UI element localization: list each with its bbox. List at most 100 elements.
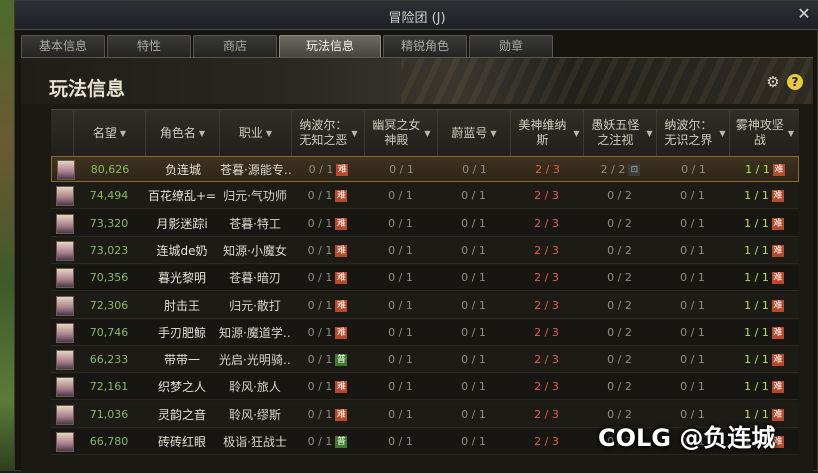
clear-count: 2 / 3 <box>534 298 559 312</box>
clear-count: 0 / 1 <box>681 163 706 176</box>
column-venus[interactable]: 美神维纳斯 ▼ <box>510 110 583 156</box>
clear-count: 0 / 1 <box>680 298 705 312</box>
character-name: 肘击王 <box>163 298 200 313</box>
clear-count: 0 / 2 <box>607 189 632 203</box>
table-row[interactable]: 80,626 负连城 苍暮·源能专… 0 / 1难0 / 10 / 12 / 32 /… <box>51 156 799 182</box>
table-row[interactable]: 73,023 连城de奶 知源·小魔女 0 / 1难0 / 10 / 12 / 30 … <box>51 237 799 264</box>
clear-count: 0 / 1普 <box>307 353 348 367</box>
column-napol-unknown[interactable]: 纳波尔：无识之界 ▼ <box>656 110 729 156</box>
sort-arrow-icon: ▼ <box>424 128 431 138</box>
job-name: 聆风·缪斯 <box>229 407 281 422</box>
table-row[interactable]: 70,746 手刃肥鲸 知源·魔道学… 0 / 1难0 / 10 / 12 / 30 … <box>51 319 799 346</box>
close-icon[interactable]: ✕ <box>795 5 813 23</box>
column-five-monsters[interactable]: 愚妖五怪之注视 ▼ <box>583 110 656 156</box>
fame-value: 66,233 <box>89 353 129 367</box>
difficulty-badge: 难 <box>771 190 784 203</box>
clear-count: 0 / 2 <box>607 380 632 394</box>
column-napol-ignorance[interactable]: 纳波尔：无知之恶 ▼ <box>291 110 364 156</box>
clear-count: 0 / 1 <box>388 380 413 394</box>
clear-count: 0 / 1 <box>680 325 705 339</box>
clear-count: 0 / 1 <box>461 353 486 367</box>
clear-count: 1 / 1难 <box>744 189 784 203</box>
clear-count: 0 / 2 <box>607 298 632 312</box>
tab-medals[interactable]: 勋章 <box>469 35 553 57</box>
character-avatar <box>56 213 74 234</box>
clear-count: 0 / 1 <box>389 163 414 176</box>
character-name: 月影迷踪i <box>156 216 208 231</box>
table-row[interactable]: 72,161 织梦之人 聆风·旅人 0 / 1难0 / 10 / 12 / 30 / … <box>51 374 799 401</box>
table-row[interactable]: 72,306 肘击王 归元·散打 0 / 1难 0 / 1 0 / 1 2 / 3 0 / 2… <box>51 292 799 319</box>
fame-value: 72,306 <box>89 298 129 312</box>
table-row[interactable]: 74,494 百花缭乱+= 归元·气功师 0 / 1难0 / 10 / 12 / 30… <box>51 183 799 210</box>
tab-traits[interactable]: 特性 <box>107 35 191 57</box>
sort-arrow-icon: ▼ <box>646 128 653 138</box>
table-row[interactable]: 73,320 月影迷踪i 苍暮·特工 0 / 1难0 / 10 / 12 / 30 /… <box>51 210 799 237</box>
column-name[interactable]: 角色名 ▼ <box>145 110 219 156</box>
table-header: 名望 ▼ 角色名 ▼ 职业 ▼ 纳波尔：无知之恶 ▼ 幽冥之女神殿 ▼ 蔚蓝号 ▼ 美神维纳… <box>51 109 799 157</box>
clear-count: 0 / 1难 <box>307 380 348 394</box>
column-underworld-temple[interactable]: 幽冥之女神殿 ▼ <box>364 110 437 156</box>
clear-count: 2 / 3 <box>534 407 559 421</box>
column-fame[interactable]: 名望 ▼ <box>73 110 145 156</box>
clear-count: 1 / 1难 <box>744 298 784 312</box>
character-name: 灵韵之音 <box>157 407 206 422</box>
tab-shop[interactable]: 商店 <box>193 35 277 57</box>
gear-icon[interactable]: ⚙ <box>765 74 781 90</box>
tab-elite-characters[interactable]: 精锐角色 <box>383 35 467 57</box>
clear-count: 0 / 1 <box>461 407 486 421</box>
clear-count: 2 / 2 ⊡ <box>584 157 657 183</box>
sort-arrow-icon: ▼ <box>198 128 206 138</box>
tab-basic-info[interactable]: 基本信息 <box>21 35 105 57</box>
difficulty-badge: 普 <box>335 436 348 448</box>
adventure-group-window: 冒险团 (J) ✕ 基本信息 特性 商店 玩法信息 精锐角色 勋章 玩法信息 ⚙… <box>14 0 818 473</box>
clear-count: 0 / 1 <box>680 353 705 367</box>
clear-count: 0 / 1 <box>461 435 486 448</box>
difficulty-badge: ⊡ <box>628 164 641 176</box>
job-name: 归元·散打 <box>229 298 281 313</box>
clear-count: 2 / 3 <box>534 271 559 285</box>
clear-count: 1 / 1难 <box>744 243 784 257</box>
clear-count: 0 / 1 <box>461 380 486 394</box>
difficulty-badge: 难 <box>771 217 784 230</box>
fame-value: 72,161 <box>89 380 129 394</box>
difficulty-badge: 难 <box>336 164 349 176</box>
fame-value: 73,320 <box>89 216 129 230</box>
clear-count: 0 / 1 <box>461 298 486 312</box>
tab-gameplay-info[interactable]: 玩法信息 <box>279 35 381 57</box>
job-name: 极诣·狂战士 <box>223 435 287 449</box>
character-avatar <box>56 240 74 261</box>
help-icon[interactable]: ? <box>787 74 803 90</box>
sort-arrow-icon: ▼ <box>351 128 358 138</box>
clear-count: 0 / 1 <box>680 271 705 285</box>
column-azure[interactable]: 蔚蓝号 ▼ <box>437 110 510 156</box>
clear-count: 0 / 1普 <box>307 435 348 448</box>
difficulty-badge: 难 <box>335 244 348 257</box>
table-row[interactable]: 66,233 带带一 光启·光明骑… 0 / 1普0 / 10 / 12 / 30 /… <box>51 347 799 374</box>
clear-count: 0 / 1难 <box>307 325 348 339</box>
clear-count: 0 / 1 <box>388 189 413 203</box>
column-fog-god[interactable]: 雾神攻坚战 ▼ <box>729 110 799 156</box>
difficulty-badge: 难 <box>771 354 784 367</box>
clear-count: 2 / 3 <box>534 325 559 339</box>
job-name: 苍暮·源能专… <box>220 163 292 177</box>
job-name: 归元·气功师 <box>223 189 287 204</box>
difficulty-badge: 难 <box>335 190 348 203</box>
clear-count: 0 / 1难 <box>307 298 348 312</box>
table-row[interactable]: 70,356 暮光黎明 苍暮·暗刃 0 / 1难0 / 10 / 12 / 30 / … <box>51 265 799 292</box>
column-job[interactable]: 职业 ▼ <box>219 110 291 156</box>
panel-title: 玩法信息 <box>49 78 126 100</box>
column-avatar <box>51 110 73 156</box>
sort-arrow-icon: ▼ <box>490 128 497 138</box>
clear-count: 0 / 1难 <box>308 163 349 176</box>
clear-count: 0 / 1难 <box>307 216 348 230</box>
character-avatar <box>56 322 74 343</box>
title-bar[interactable]: 冒险团 (J) ✕ <box>15 1 818 30</box>
character-avatar <box>56 295 74 316</box>
panel-banner <box>21 58 813 104</box>
fame-value: 66,780 <box>89 435 129 448</box>
difficulty-badge: 难 <box>771 299 784 312</box>
gameplay-info-panel: 玩法信息 ⚙ ? 名望 ▼ 角色名 ▼ 职业 ▼ 纳波尔：无知之恶 ▼ 幽冥之女神殿 ▼ … <box>21 57 813 473</box>
sort-arrow-icon: ▼ <box>719 128 726 138</box>
sort-arrow-icon: ▼ <box>265 128 273 138</box>
clear-count: 2 / 3 <box>534 243 559 257</box>
